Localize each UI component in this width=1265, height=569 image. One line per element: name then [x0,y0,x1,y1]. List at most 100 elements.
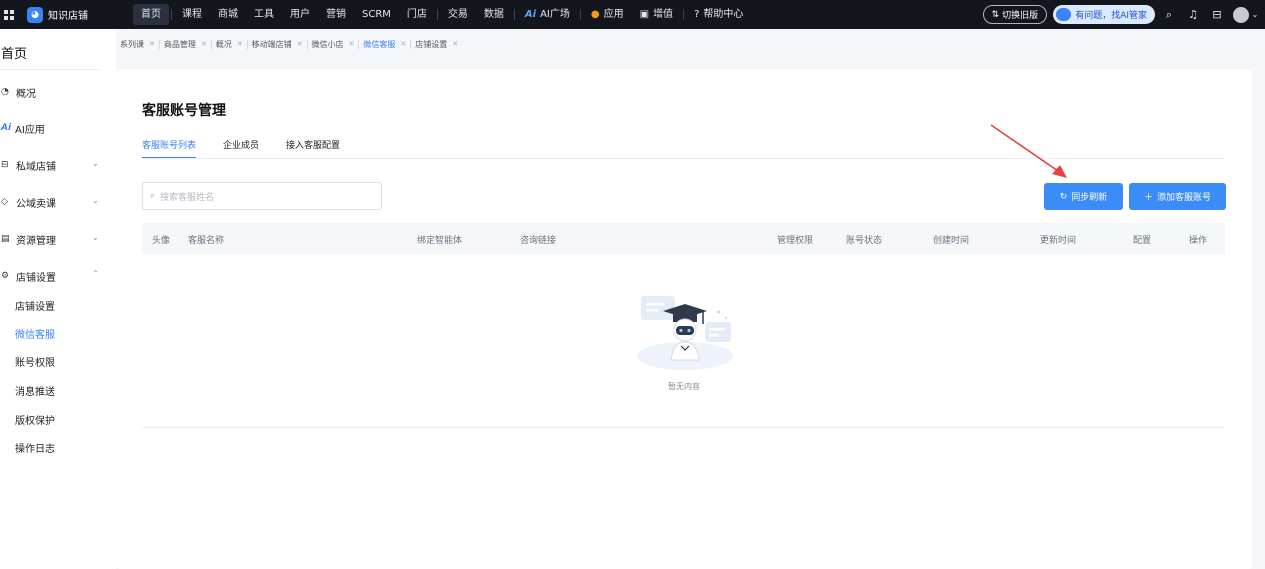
tab-overview[interactable]: 概况 ✕ [212,39,247,50]
sidebar-item-private-store[interactable]: ⊟ 私域店铺 [1,158,56,173]
sidebar: 首页 ◔ 概况 Ai AI应用 ⊟ 私域店铺 ⌄ ◇ 公域卖课 ⌄ ▤ 资源管理 ⌄ ⚙ 店… [0,29,116,569]
add-account-button[interactable]: ＋ 添加客服账号 [1129,183,1226,210]
apps-icon: ● [590,9,600,20]
nav-mall[interactable]: 商城 [210,4,246,25]
sidebar-item-resources[interactable]: ▤ 资源管理 [1,232,56,247]
nav-users[interactable]: 用户 [282,4,318,25]
nav-tools[interactable]: 工具 [246,4,282,25]
column-header: 配置 [1133,236,1152,246]
sidebar-sub-store-settings[interactable]: 店铺设置 [15,298,55,313]
close-icon[interactable]: ✕ [297,40,303,48]
chevron-down-icon[interactable]: ⌄ [92,159,99,168]
top-bar-actions: ⇅ 切换旧版 有问题，找AI管家 ⌕ ♫ ⊟ ⌄ [982,4,1259,25]
subtab-enterprise-members[interactable]: 企业成员 [223,139,259,159]
ai-helper-avatar-icon [1056,8,1072,21]
nav-stores[interactable]: 门店 [399,4,435,25]
tab-mobile-store[interactable]: 移动端店铺 ✕ [248,39,307,50]
nav-marketing[interactable]: 营销 [318,4,354,25]
sidebar-item-overview[interactable]: ◔ 概况 [1,85,36,100]
empty-state-text: 暂无内容 [668,382,700,391]
ai-icon: Ai [1,123,12,133]
bell-icon[interactable]: ♫ [1183,8,1203,21]
search-icon[interactable]: ⌕ [1159,8,1179,22]
nav-divider [171,9,172,20]
globe-icon: ◇ [1,197,8,207]
chevron-up-icon[interactable]: ⌃ [92,269,99,278]
nav-divider [579,9,581,20]
nav-value-added[interactable]: ▣ 增值 [632,4,681,25]
column-header: 头像 [152,236,171,246]
tab-wechat-service[interactable]: 微信客服 ✕ [359,39,410,50]
close-icon[interactable]: ✕ [237,40,243,48]
ai-helper-label: 有问题，找AI管家 [1075,11,1147,21]
subtab-account-list[interactable]: 客服账号列表 [142,139,197,159]
sidebar-sub-message-push[interactable]: 消息推送 [15,383,55,398]
ai-helper-button[interactable]: 有问题，找AI管家 [1053,5,1155,24]
sidebar-title: 首页 [1,47,28,62]
column-header: 客服名称 [188,236,225,246]
sidebar-item-label: 私域店铺 [16,161,56,173]
sidebar-divider [0,69,101,70]
column-header: 账号状态 [846,236,883,246]
layout-icon[interactable]: ⊟ [1207,8,1227,21]
sidebar-sub-copyright[interactable]: 版权保护 [15,412,55,427]
store-icon: ⊟ [1,160,9,170]
sidebar-sub-account-permissions[interactable]: 账号权限 [15,354,55,369]
tab-label: 微信小店 [311,39,344,49]
subtab-access-config[interactable]: 接入客服配置 [286,139,340,159]
nav-courses[interactable]: 课程 [174,4,210,25]
tab-label: 移动端店铺 [251,39,292,49]
column-header: 咨询链接 [520,236,557,246]
close-icon[interactable]: ✕ [201,40,207,48]
empty-state-illustration [637,296,733,370]
chevron-down-icon[interactable]: ⌄ [92,196,99,205]
add-account-label: 添加客服账号 [1157,193,1212,203]
switch-icon: ⇅ [991,9,1000,20]
sidebar-item-store-settings[interactable]: ⚙ 店铺设置 [1,269,56,284]
user-avatar[interactable] [1233,6,1249,23]
app-grid-icon[interactable] [4,9,14,20]
nav-help[interactable]: ? 帮助中心 [686,4,751,25]
main-nav: 首页 课程 商城 工具 用户 营销 SCRM 门店 交易 数据 Ai AI广场 ●… [133,4,751,25]
tab-product-management[interactable]: 商品管理 ✕ [160,39,211,50]
tab-label: 店铺设置 [415,39,448,49]
sidebar-item-public-courses[interactable]: ◇ 公域卖课 [1,195,56,210]
close-icon[interactable]: ✕ [400,40,406,48]
gear-icon: ⚙ [1,271,10,281]
sidebar-item-label: 资源管理 [16,235,56,247]
tab-wechat-shop[interactable]: 微信小店 ✕ [308,39,359,50]
tab-label: 商品管理 [163,39,196,49]
subtabs: 客服账号列表 企业成员 接入客服配置 [142,139,367,159]
brand-logo-icon: ◕ [27,6,43,23]
close-icon[interactable]: ✕ [349,40,355,48]
close-icon[interactable]: ✕ [149,40,155,48]
nav-data[interactable]: 数据 [476,4,512,25]
chevron-down-icon[interactable]: ⌄ [1251,10,1259,19]
tab-label: 概况 [215,39,232,49]
nav-apps[interactable]: ● 应用 [583,4,632,25]
tab-series-courses[interactable]: 系列课 ✕ [116,39,159,50]
table-header: 头像 客服名称 绑定智能体 咨询链接 管理权限 账号状态 创建时间 更新时间 配… [142,223,1225,254]
switch-old-version-button[interactable]: ⇅ 切换旧版 [982,5,1048,24]
sidebar-item-ai-apps[interactable]: Ai AI应用 [1,121,45,136]
main-card: 客服账号管理 客服账号列表 企业成员 接入客服配置 ⌕ 搜索客服姓名 ↻ 同步刷新 … [116,69,1252,569]
sidebar-item-label: 公域卖课 [16,198,56,210]
column-header: 管理权限 [777,236,814,246]
sidebar-sub-wechat-service[interactable]: 微信客服 [15,326,55,341]
sync-refresh-button[interactable]: ↻ 同步刷新 [1044,183,1123,210]
tab-store-settings[interactable]: 店铺设置 ✕ [411,39,462,50]
nav-trade[interactable]: 交易 [440,4,476,25]
help-icon: ? [694,9,700,20]
page-title: 客服账号管理 [142,103,226,119]
switch-old-version-label: 切换旧版 [1002,11,1039,21]
search-input[interactable]: ⌕ 搜索客服姓名 [142,182,382,210]
sidebar-item-label: 概况 [16,88,36,100]
sidebar-sub-operation-log[interactable]: 操作日志 [15,440,55,455]
close-icon[interactable]: ✕ [452,40,458,48]
nav-divider [436,9,438,20]
nav-ai-plaza[interactable]: Ai AI广场 [517,4,578,25]
nav-home[interactable]: 首页 [133,4,169,25]
chevron-down-icon[interactable]: ⌄ [92,233,99,242]
page-tabs: 系列课 ✕ 商品管理 ✕ 概况 ✕ 移动端店铺 ✕ 微信小店 ✕ 微信客服 ✕ 店铺设置 ✕ [116,34,462,54]
nav-scrm[interactable]: SCRM [354,4,399,25]
